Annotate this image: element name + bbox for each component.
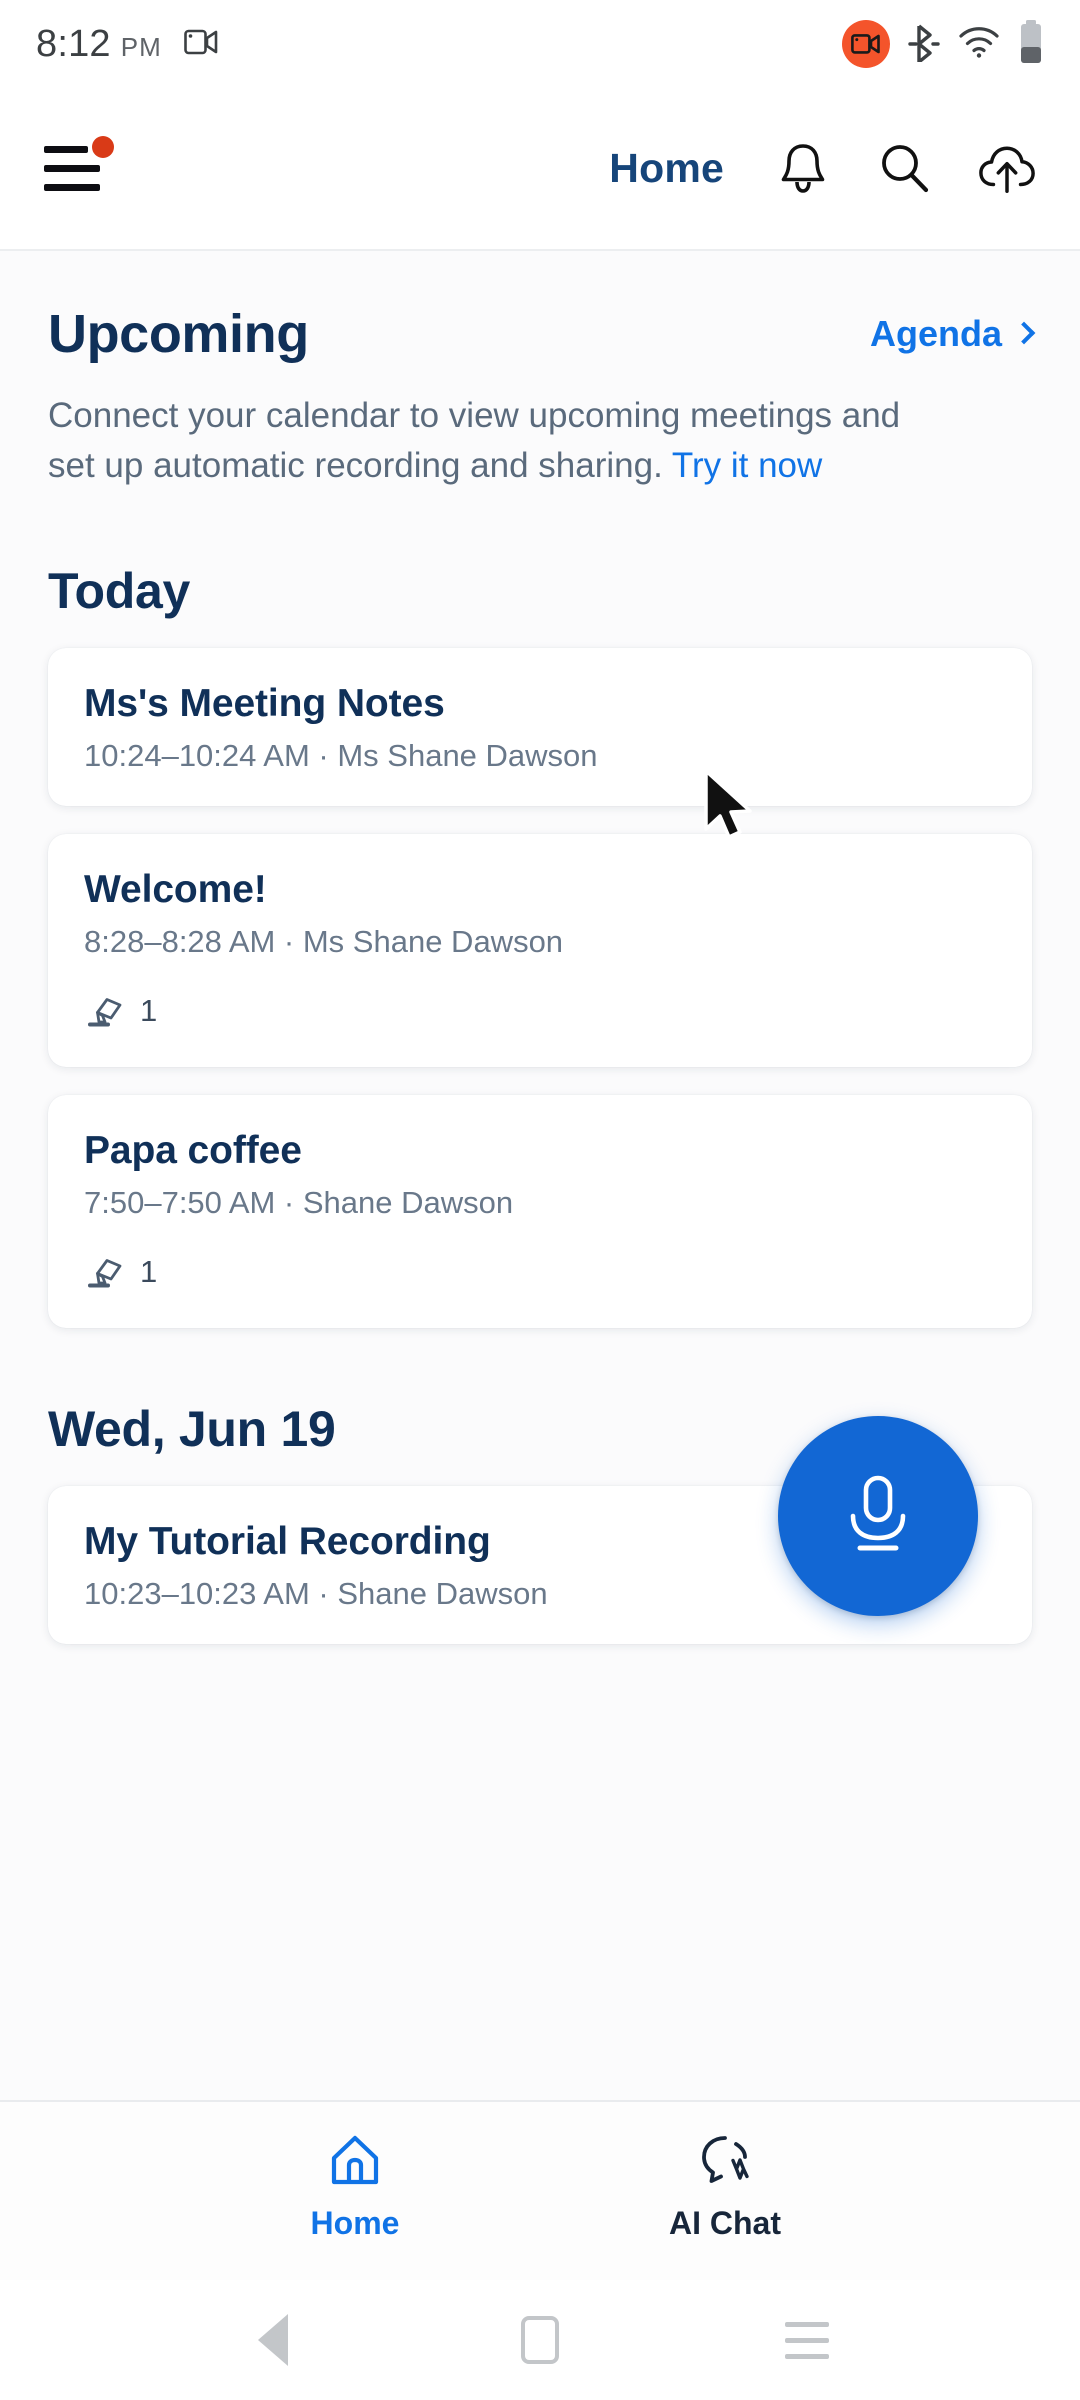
battery-icon	[1018, 19, 1044, 69]
agenda-link-label: Agenda	[869, 313, 1002, 354]
menu-line-1	[44, 145, 88, 153]
recording-card[interactable]: Welcome! 8:28–8:28 AM · Ms Shane Dawson …	[48, 834, 1032, 1068]
status-bar: 8:12 PM	[0, 0, 1080, 88]
microphone-icon	[850, 1475, 906, 1551]
highlighter-icon	[84, 986, 128, 1035]
nav-item-ai-chat-label: AI Chat	[669, 2205, 781, 2241]
system-navigation-bar	[0, 2280, 1080, 2400]
nav-item-home[interactable]: Home	[240, 2132, 470, 2242]
bluetooth-icon	[908, 22, 940, 67]
back-triangle-icon[interactable]	[228, 2295, 318, 2385]
screen-record-icon	[842, 20, 890, 68]
menu-line-3	[44, 183, 100, 191]
app-bar: Home	[0, 88, 1080, 251]
nav-item-ai-chat[interactable]: AI Chat	[610, 2132, 840, 2242]
chevron-right-icon	[1012, 321, 1036, 345]
section-heading-today: Today	[48, 563, 191, 620]
status-bar-right	[842, 19, 1044, 69]
upcoming-description: Connect your calendar to view upcoming m…	[0, 365, 980, 490]
card-list-today: Ms's Meeting Notes 10:24–10:24 AM · Ms S…	[0, 648, 1080, 1329]
cloud-upload-icon[interactable]	[978, 140, 1036, 198]
status-time: 8:12	[36, 22, 111, 65]
video-camera-icon	[183, 27, 220, 62]
search-icon[interactable]	[876, 140, 934, 198]
upcoming-heading: Upcoming	[48, 304, 309, 364]
main-scroll-area[interactable]: Upcoming Agenda Connect your calendar to…	[0, 251, 1080, 2100]
recording-card-meta: 1	[84, 986, 996, 1035]
ai-chat-bubble-icon	[696, 2132, 754, 2193]
menu-line-2	[44, 164, 100, 172]
recording-card[interactable]: Ms's Meeting Notes 10:24–10:24 AM · Ms S…	[48, 648, 1032, 807]
recording-card-subtitle: 8:28–8:28 AM · Ms Shane Dawson	[84, 924, 564, 960]
home-icon	[327, 2132, 383, 2193]
bell-icon[interactable]	[774, 140, 832, 198]
wifi-icon	[958, 26, 1000, 63]
highlighter-icon	[84, 1247, 128, 1296]
recording-card[interactable]: Papa coffee 7:50–7:50 AM · Shane Dawson …	[48, 1095, 1032, 1329]
bottom-navigation: Home AI Chat	[0, 2100, 1080, 2280]
recents-lines-icon[interactable]	[762, 2295, 852, 2385]
status-ampm: PM	[120, 31, 162, 62]
try-it-now-link[interactable]: Try it now	[672, 446, 822, 485]
recording-card-meta: 1	[84, 1247, 996, 1296]
agenda-link[interactable]: Agenda	[869, 313, 1036, 355]
highlight-count: 1	[140, 1253, 158, 1289]
recording-card-subtitle: 10:24–10:24 AM · Ms Shane Dawson	[84, 738, 598, 774]
upcoming-section-header: Upcoming Agenda	[0, 251, 1080, 365]
status-bar-left: 8:12 PM	[36, 23, 220, 66]
recording-card-title: Welcome!	[84, 868, 267, 912]
recording-card-title: Papa coffee	[84, 1129, 302, 1173]
home-square-icon[interactable]	[495, 2295, 585, 2385]
menu-notification-dot	[92, 135, 114, 158]
recording-card-subtitle: 7:50–7:50 AM · Shane Dawson	[84, 1185, 514, 1221]
app-bar-actions: Home	[609, 140, 1036, 198]
app-screen: 8:12 PM Home Upcoming Agenda Connect you…	[0, 0, 1080, 2400]
record-fab-button[interactable]	[778, 1416, 978, 1616]
highlight-count: 1	[140, 992, 158, 1028]
recording-card-title: Ms's Meeting Notes	[84, 682, 445, 726]
hamburger-menu-icon[interactable]	[44, 135, 114, 194]
nav-item-home-label: Home	[310, 2205, 400, 2241]
page-title: Home	[609, 145, 724, 191]
